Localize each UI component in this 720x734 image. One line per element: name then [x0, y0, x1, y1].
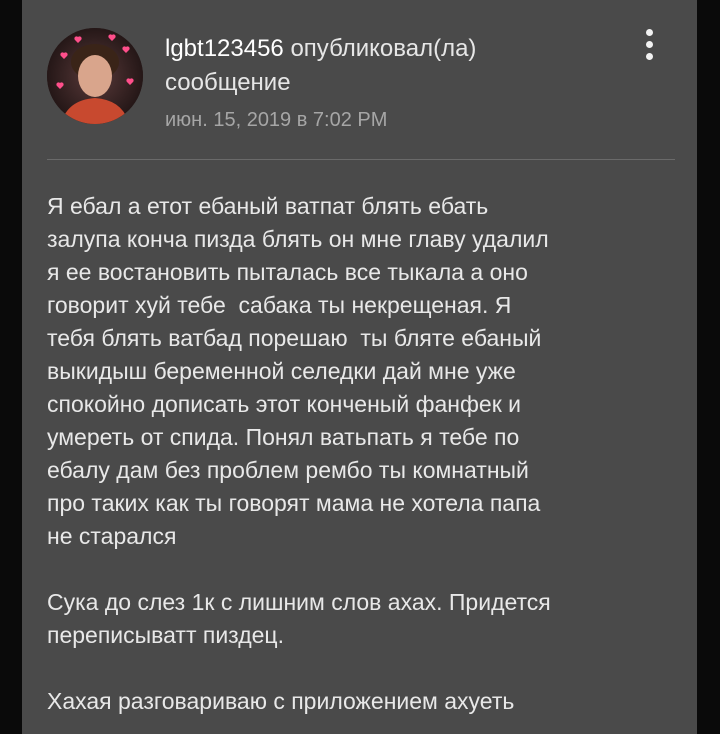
post-timestamp: июн. 15, 2019 в 7:02 PM: [165, 109, 388, 131]
message-line: про таких как ты говорят мама не хотела …: [47, 490, 541, 516]
more-vertical-icon: [645, 52, 653, 60]
message-line: переписыватт пиздец.: [47, 622, 284, 648]
message-line: говорит хуй тебе сабака ты некрещеная. Я: [47, 292, 512, 318]
avatar-image: [47, 28, 143, 124]
message-card: lgbt123456 опубликовал(ла) сообщение июн…: [22, 0, 697, 734]
message-body: Я ебал а етот ебаный ватпат блять ебать …: [47, 190, 687, 734]
screen: lgbt123456 опубликовал(ла) сообщение июн…: [0, 0, 720, 734]
message-line: Сука до слез 1к с лишним слов ахах. Прид…: [47, 589, 551, 615]
message-line: не старался: [47, 523, 177, 549]
message-line: тебя блять ватбад порешаю ты бляте ебаны…: [47, 325, 542, 351]
message-paragraph: Хахая разговариваю с приложением ахуеть: [47, 685, 687, 718]
message-line: я ее востановить пыталась все тыкала а о…: [47, 259, 528, 285]
message-line: Хахая разговариваю с приложением ахуеть: [47, 688, 515, 714]
message-line: спокойно дописать этот конченый фанфек и: [47, 391, 522, 417]
post-header: lgbt123456 опубликовал(ла) сообщение: [165, 32, 476, 100]
more-vertical-icon: [645, 28, 653, 36]
username-link[interactable]: lgbt123456: [165, 35, 284, 62]
message-paragraph: Я ебал а етот ебаный ватпат блять ебать …: [47, 190, 687, 553]
avatar[interactable]: [47, 28, 143, 124]
message-line: залупа конча пизда блять он мне главу уд…: [47, 226, 549, 252]
message-line: выкидыш беременной селедки дай мне уже: [47, 358, 516, 384]
message-line: ебалу дам без проблем рембо ты комнатный: [47, 457, 529, 483]
divider: [47, 159, 675, 160]
message-line: умереть от спида. Понял ватьпать я тебе …: [47, 424, 520, 450]
message-line: Я ебал а етот ебаный ватпат блять ебать: [47, 193, 489, 219]
message-paragraph: Сука до слез 1к с лишним слов ахах. Прид…: [47, 586, 687, 652]
more-vertical-icon: [645, 40, 653, 48]
more-options-button[interactable]: [634, 24, 664, 64]
action-text-line2: сообщение: [165, 69, 291, 96]
action-text: опубликовал(ла): [283, 35, 477, 62]
